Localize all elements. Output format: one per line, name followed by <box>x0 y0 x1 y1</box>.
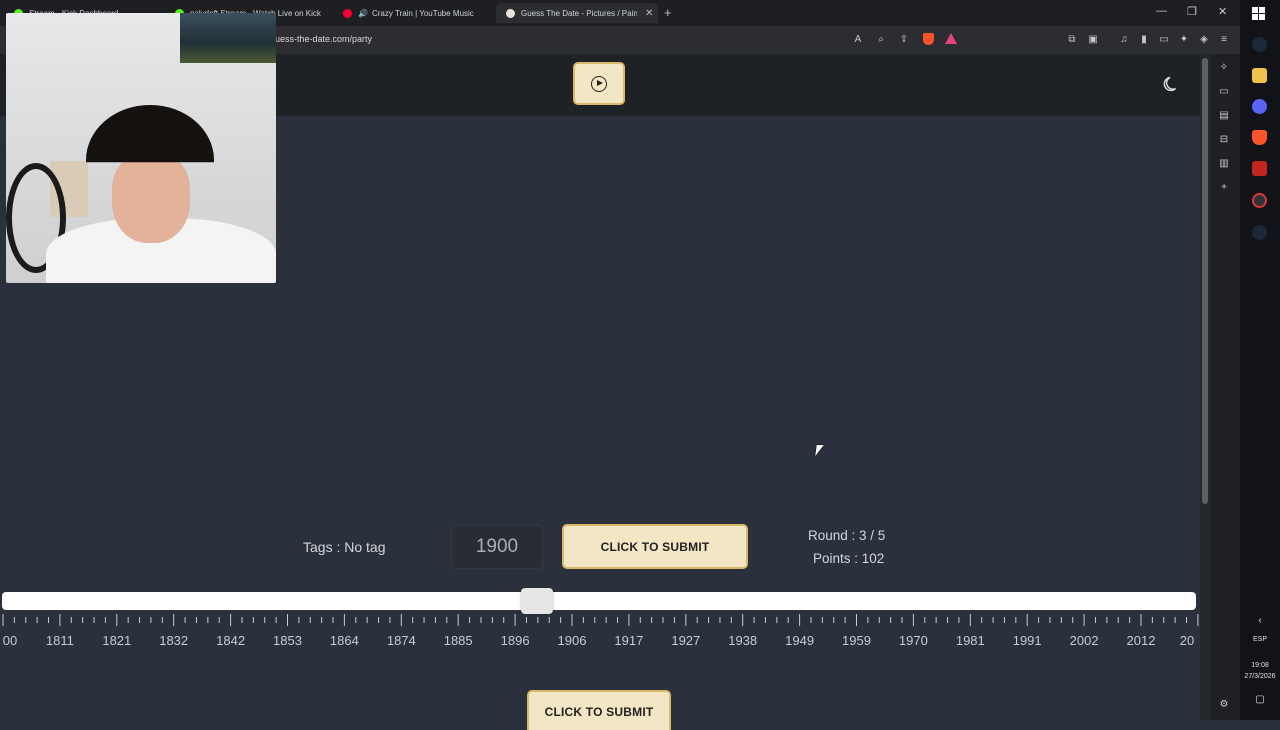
brave-shield-icon[interactable] <box>921 33 935 47</box>
streamer-face <box>112 153 190 243</box>
close-tab-icon[interactable]: ✕ <box>645 8 653 19</box>
brave-browser-icon[interactable] <box>1252 130 1267 145</box>
close-window-icon[interactable]: ✕ <box>1218 5 1227 18</box>
year-input[interactable]: 1900 <box>451 525 543 569</box>
language-indicator[interactable]: ESP <box>1240 636 1280 643</box>
tab-guess-the-date[interactable]: Guess The Date - Pictures / Painti ✕ <box>496 3 658 23</box>
submit-button[interactable]: CLICK TO SUBMIT <box>562 524 748 569</box>
restore-icon[interactable]: ❐ <box>1187 5 1197 18</box>
webcam-overlay <box>6 13 276 283</box>
bookmarks-icon[interactable]: ⊟ <box>1217 134 1231 148</box>
leo-icon[interactable]: ✦ <box>1177 33 1191 47</box>
timeline-year-label: 1874 <box>386 633 416 648</box>
bottom-submit-button[interactable]: CLICK TO SUBMIT <box>527 690 671 730</box>
brave-rewards-icon[interactable] <box>944 33 958 47</box>
translate-icon[interactable]: A <box>851 33 865 47</box>
timeline-year-label: 00 <box>2 633 18 648</box>
timeline-year-label: 1949 <box>785 633 815 648</box>
timeline-year-label: 1981 <box>955 633 985 648</box>
settings-gear-icon[interactable]: ⚙ <box>1217 699 1231 713</box>
youtube-music-icon <box>343 8 352 18</box>
round-counter: Round : 3 / 5 <box>808 528 886 543</box>
notifications-icon[interactable]: ▢ <box>1240 694 1280 705</box>
sidebar-icon[interactable]: ▮ <box>1137 33 1151 47</box>
timeline-year-label: 1821 <box>102 633 132 648</box>
timeline-year-label: 20 <box>1179 633 1195 648</box>
url-field[interactable]: uess-the-date.com/party <box>275 34 372 44</box>
wall-painting <box>180 13 276 63</box>
steam-icon[interactable] <box>1252 37 1267 52</box>
music-icon[interactable]: ♫ <box>1117 33 1131 47</box>
add-panel-icon[interactable]: + <box>1217 182 1231 196</box>
clock-time[interactable]: 19:08 <box>1240 662 1280 669</box>
steam-app-icon[interactable] <box>1252 225 1267 240</box>
play-button[interactable] <box>573 62 625 105</box>
menu-icon[interactable]: ≡ <box>1217 33 1231 47</box>
share-icon[interactable]: ⇪ <box>897 33 911 47</box>
timeline-year-label: 2012 <box>1126 633 1156 648</box>
dark-mode-toggle-icon[interactable] <box>1163 75 1181 93</box>
windows-start-icon[interactable] <box>1252 7 1267 22</box>
tab-label: Guess The Date - Pictures / Painti <box>521 8 637 18</box>
site-icon <box>506 8 515 18</box>
timeline-year-label: 2002 <box>1069 633 1099 648</box>
vpn-icon[interactable]: ◈ <box>1197 33 1211 47</box>
tags-label: Tags : No tag <box>303 539 386 555</box>
voicemeeter-icon[interactable] <box>1252 161 1267 176</box>
timeline-year-label: 1959 <box>842 633 871 648</box>
new-tab-button[interactable]: + <box>664 5 672 20</box>
play-icon <box>591 75 607 92</box>
chevron-left-icon[interactable]: ‹ <box>1240 615 1280 626</box>
year-slider-thumb[interactable] <box>521 588 553 614</box>
timeline-year-label: 1906 <box>557 633 587 648</box>
timeline-year-label: 1832 <box>159 633 189 648</box>
leo-sidebar-icon[interactable]: ✧ <box>1217 62 1231 76</box>
clock-date[interactable]: 27/3/2026 <box>1240 673 1280 680</box>
tab-label: Crazy Train | YouTube Music <box>371 8 474 18</box>
timeline-year-label: 1970 <box>898 633 928 648</box>
wallet-icon[interactable]: ▭ <box>1157 33 1171 47</box>
speaker-icon: 🔊 <box>358 8 368 18</box>
reader-icon[interactable]: ▥ <box>1217 158 1231 172</box>
timeline-year-label: 1885 <box>443 633 473 648</box>
discord-icon[interactable] <box>1252 99 1267 114</box>
extensions-icon[interactable]: ⧉ <box>1065 33 1079 47</box>
obs-icon[interactable] <box>1252 193 1267 208</box>
tab-youtube-music[interactable]: 🔊 Crazy Train | YouTube Music <box>333 3 493 23</box>
timeline-year-label: 1927 <box>671 633 701 648</box>
timeline-year-label: 1811 <box>45 633 74 648</box>
timeline-year-label: 1938 <box>728 633 758 648</box>
file-explorer-icon[interactable] <box>1252 68 1267 83</box>
timeline-year-label: 1842 <box>216 633 246 648</box>
zoom-icon[interactable]: ⌕ <box>874 33 888 47</box>
timeline-ticks <box>2 614 1199 626</box>
points-counter: Points : 102 <box>813 551 885 566</box>
timeline-year-label: 1896 <box>500 633 530 648</box>
timeline-year-label: 1991 <box>1012 633 1042 648</box>
timeline-year-label: 1864 <box>329 633 359 648</box>
browser-sidebar <box>1210 54 1240 720</box>
minimize-icon[interactable]: — <box>1156 5 1167 17</box>
timeline-year-label: 1853 <box>273 633 302 648</box>
timeline-year-label: 1917 <box>614 633 644 648</box>
screenshot-icon[interactable]: ▣ <box>1086 33 1100 47</box>
wallet-sidebar-icon[interactable]: ▤ <box>1217 110 1231 124</box>
reading-list-icon[interactable]: ▭ <box>1217 86 1231 100</box>
year-slider-track[interactable] <box>2 592 1196 610</box>
scrollbar-thumb[interactable] <box>1202 58 1208 504</box>
